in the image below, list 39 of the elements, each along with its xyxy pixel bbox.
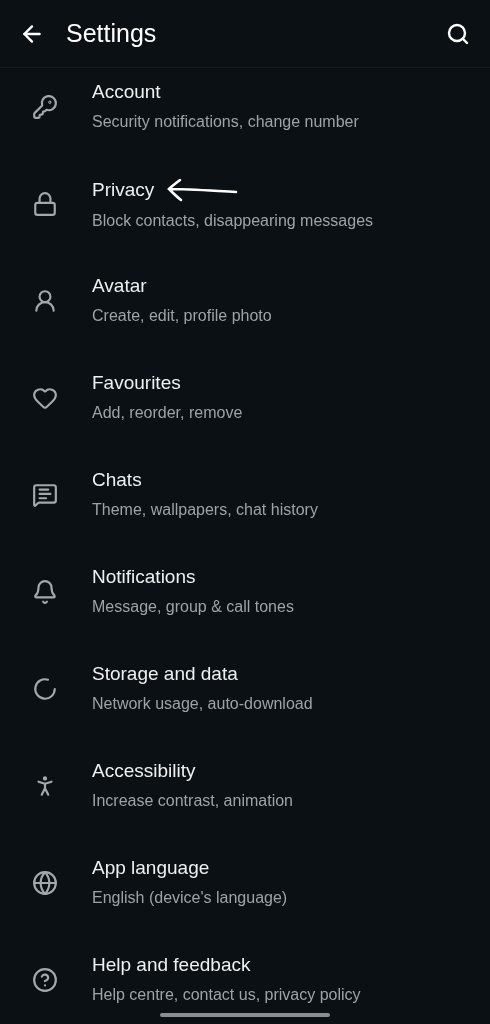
item-subtitle: Add, reorder, remove bbox=[92, 403, 243, 423]
settings-item[interactable]: Avatar Create, edit, profile photo bbox=[0, 262, 490, 359]
item-title: Favourites bbox=[92, 371, 181, 395]
page-title: Settings bbox=[66, 17, 157, 49]
settings-item[interactable]: App language English (device's language) bbox=[0, 844, 490, 941]
message-icon bbox=[32, 482, 58, 508]
item-title: Privacy bbox=[92, 178, 155, 202]
item-subtitle: Increase contrast, animation bbox=[92, 791, 293, 811]
item-title: Avatar bbox=[92, 274, 147, 298]
user-icon bbox=[32, 288, 58, 314]
lock-icon bbox=[32, 191, 58, 217]
item-title: Notifications bbox=[92, 565, 196, 589]
globe-icon bbox=[32, 870, 58, 896]
item-subtitle: English (device's language) bbox=[92, 888, 288, 908]
item-subtitle: Block contacts, disappearing messages bbox=[92, 211, 374, 231]
item-title: Help and feedback bbox=[92, 953, 251, 977]
item-subtitle: Message, group & call tones bbox=[92, 597, 294, 617]
item-subtitle: Help centre, contact us, privacy policy bbox=[92, 985, 361, 1005]
settings-item[interactable]: Accessibility Increase contrast, animation bbox=[0, 747, 490, 844]
item-subtitle: Create, edit, profile photo bbox=[92, 306, 272, 326]
item-title: Account bbox=[92, 80, 161, 104]
item-subtitle: Security notifications, change number bbox=[92, 112, 359, 132]
heart-icon bbox=[32, 385, 58, 411]
item-subtitle: Network usage, auto-download bbox=[92, 694, 313, 714]
item-title: App language bbox=[92, 856, 210, 880]
settings-item[interactable]: Privacy Block contacts, disappearing messages bbox=[0, 165, 490, 262]
settings-item[interactable]: Chats Theme, wallpapers, chat history bbox=[0, 456, 490, 553]
help-icon bbox=[32, 967, 58, 993]
item-title: Chats bbox=[92, 468, 142, 492]
item-title: Accessibility bbox=[92, 759, 196, 783]
settings-item[interactable]: Storage and data Network usage, auto-download bbox=[0, 650, 490, 747]
bell-icon bbox=[32, 579, 58, 605]
settings-item[interactable]: Favourites Add, reorder, remove bbox=[0, 359, 490, 456]
key-icon bbox=[32, 94, 58, 120]
settings-item[interactable]: Notifications Message, group & call tones bbox=[0, 553, 490, 650]
item-subtitle: Theme, wallpapers, chat history bbox=[92, 500, 318, 520]
settings-item[interactable]: Help and feedback Help centre, contact us, privacy policy bbox=[0, 941, 490, 1024]
settings-item[interactable]: Account Security notifications, change number bbox=[0, 68, 490, 165]
item-title: Storage and data bbox=[92, 662, 238, 686]
